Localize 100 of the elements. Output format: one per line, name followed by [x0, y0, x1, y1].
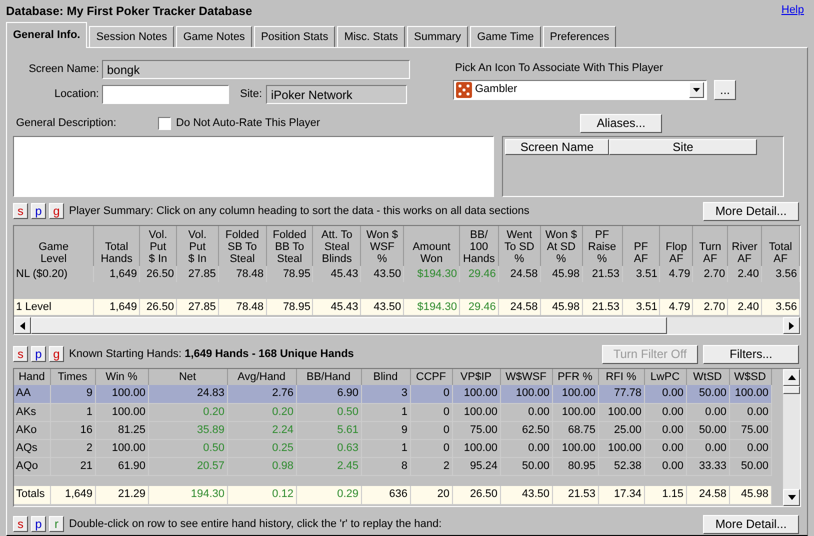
column-header[interactable]: VP$IP: [452, 369, 500, 385]
column-header[interactable]: Avg/Hand: [227, 369, 296, 385]
table-cell: 45.98: [540, 266, 582, 282]
table-cell: 24.58: [686, 486, 729, 504]
table-cell: 0: [410, 403, 452, 421]
column-header[interactable]: W$WSF: [500, 369, 552, 385]
column-header[interactable]: BB/Hand: [296, 369, 361, 385]
column-header[interactable]: Times: [50, 369, 95, 385]
table-cell: 0.00: [729, 403, 771, 421]
mini-button[interactable]: g: [49, 203, 64, 219]
column-header[interactable]: PFR %: [552, 369, 598, 385]
column-header[interactable]: Folded BB To Steal: [266, 226, 313, 266]
mini-button[interactable]: p: [31, 203, 46, 219]
table-cell: 0.63: [296, 439, 361, 457]
column-header[interactable]: LwPC: [644, 369, 686, 385]
column-header[interactable]: Total Hands: [94, 226, 140, 266]
tab[interactable]: Position Stats: [254, 26, 336, 47]
column-header[interactable]: Total AF: [762, 226, 800, 266]
column-header[interactable]: Flop AF: [660, 226, 693, 266]
more-detail-button[interactable]: More Detail...: [703, 202, 799, 220]
help-link[interactable]: Help: [781, 2, 804, 19]
column-header[interactable]: WtSD: [686, 369, 729, 385]
table-cell: 0.25: [227, 439, 296, 457]
scroll-left-button[interactable]: [14, 317, 31, 334]
text-field[interactable]: [102, 85, 229, 104]
column-header[interactable]: Site: [609, 139, 757, 155]
scroll-right-button[interactable]: [783, 317, 800, 334]
browse-button[interactable]: ...: [714, 80, 736, 100]
table-cell: 2.40: [728, 266, 762, 282]
mini-button[interactable]: s: [13, 346, 28, 362]
column-header[interactable]: Win %: [95, 369, 148, 385]
table-row[interactable]: AA 9 100.00 24.83 2.76 6.90 3 0 100.00 100.00 100.00 77.78 0.00 50.00 100.00: [14, 385, 771, 403]
tab[interactable]: Preferences: [542, 26, 616, 47]
text-field[interactable]: bongk: [102, 60, 410, 79]
table-cell: 29.46: [459, 266, 498, 282]
tab[interactable]: Misc. Stats: [337, 26, 405, 47]
column-header[interactable]: Screen Name: [505, 139, 609, 155]
table-row[interactable]: AKs 1 100.00 0.20 0.20 0.50 1 0 100.00 0.00 100.00 100.00 0.00 0.00 0.00: [14, 403, 771, 421]
column-header[interactable]: Won $ WSF %: [360, 226, 404, 266]
column-header[interactable]: Blind: [361, 369, 410, 385]
table-row[interactable]: AQo 21 61.90 20.57 0.98 2.45 8 2 95.24 50.00 80.95 52.38 0.00 33.33 50.00: [14, 457, 771, 475]
scroll-up-button[interactable]: [783, 369, 800, 386]
table-cell: 100.00: [552, 385, 598, 403]
mini-button[interactable]: s: [13, 516, 28, 532]
table-cell: AQo: [14, 457, 50, 475]
tab[interactable]: Game Time: [470, 26, 541, 47]
mini-button[interactable]: s: [13, 203, 28, 219]
table-cell: 50.00: [686, 385, 729, 403]
column-header[interactable]: Amount Won: [404, 226, 460, 266]
table-cell: 26.50: [452, 486, 500, 504]
tab[interactable]: Summary: [407, 26, 468, 47]
description-field[interactable]: [13, 136, 494, 197]
scroll-thumb[interactable]: [783, 386, 800, 394]
scroll-thumb[interactable]: [31, 317, 667, 334]
table-cell: 100.00: [729, 385, 771, 403]
tab[interactable]: Game Notes: [176, 26, 252, 47]
horizontal-scrollbar[interactable]: [14, 317, 800, 334]
table-cell: 27.85: [176, 266, 218, 282]
tab[interactable]: General Info.: [6, 22, 88, 48]
column-header[interactable]: CCPF: [410, 369, 452, 385]
column-header[interactable]: Vol. Put $ In: [176, 226, 218, 266]
scroll-down-button[interactable]: [783, 489, 800, 506]
column-header[interactable]: Att. To Steal Blinds: [312, 226, 361, 266]
aliases-button[interactable]: Aliases...: [580, 114, 662, 132]
mini-button[interactable]: p: [31, 516, 46, 532]
more-detail-button[interactable]: More Detail...: [703, 514, 799, 534]
table-cell: 26.50: [140, 266, 176, 282]
mini-button[interactable]: r: [49, 516, 64, 532]
table-row[interactable]: AQs 2 100.00 0.50 0.25 0.63 1 0 100.00 0.00 100.00 100.00 0.00 0.00 0.00: [14, 439, 771, 457]
filters-button[interactable]: Filters...: [703, 344, 799, 364]
table-row[interactable]: Totals 1,649 21.29 194.30 0.12 0.29 636 20 26.50 43.50 21.53 17.34 1.15 24.58 45.98: [14, 486, 771, 504]
column-header[interactable]: PF AF: [622, 226, 660, 266]
table-cell: 68.75: [552, 421, 598, 439]
column-header[interactable]: W$SD: [729, 369, 771, 385]
column-header[interactable]: Vol. Put $ In: [140, 226, 176, 266]
mini-button[interactable]: p: [31, 346, 46, 362]
column-header[interactable]: Won $ At SD %: [540, 226, 582, 266]
checkbox[interactable]: [158, 116, 171, 130]
column-header[interactable]: Folded SB To Steal: [218, 226, 266, 266]
left-arrow-icon: [20, 322, 25, 330]
table-cell: 100.00: [95, 439, 148, 457]
mini-button[interactable]: g: [49, 346, 64, 362]
column-header[interactable]: Turn AF: [692, 226, 728, 266]
table-cell: $194.30: [404, 266, 460, 282]
table-cell: AKs: [14, 403, 50, 421]
table-row[interactable]: AKo 16 81.25 35.89 2.24 5.61 9 0 75.00 62.50 68.75 25.00 0.00 50.00 75.00: [14, 421, 771, 439]
column-header[interactable]: Hand: [14, 369, 50, 385]
icon-dropdown[interactable]: Gambler: [453, 80, 707, 100]
table-cell: 21.53: [582, 266, 622, 282]
column-header[interactable]: Net: [148, 369, 227, 385]
right-arrow-icon: [789, 322, 794, 330]
column-header[interactable]: River AF: [728, 226, 762, 266]
column-header[interactable]: Went To SD %: [498, 226, 540, 266]
vertical-scrollbar[interactable]: [783, 369, 800, 506]
column-header[interactable]: RFI %: [598, 369, 644, 385]
column-header[interactable]: PF Raise %: [582, 226, 622, 266]
column-header[interactable]: BB/ 100 Hands: [459, 226, 498, 266]
text-field[interactable]: iPoker Network: [266, 85, 408, 104]
tab[interactable]: Session Notes: [89, 26, 174, 47]
table-cell: 35.89: [148, 421, 227, 439]
